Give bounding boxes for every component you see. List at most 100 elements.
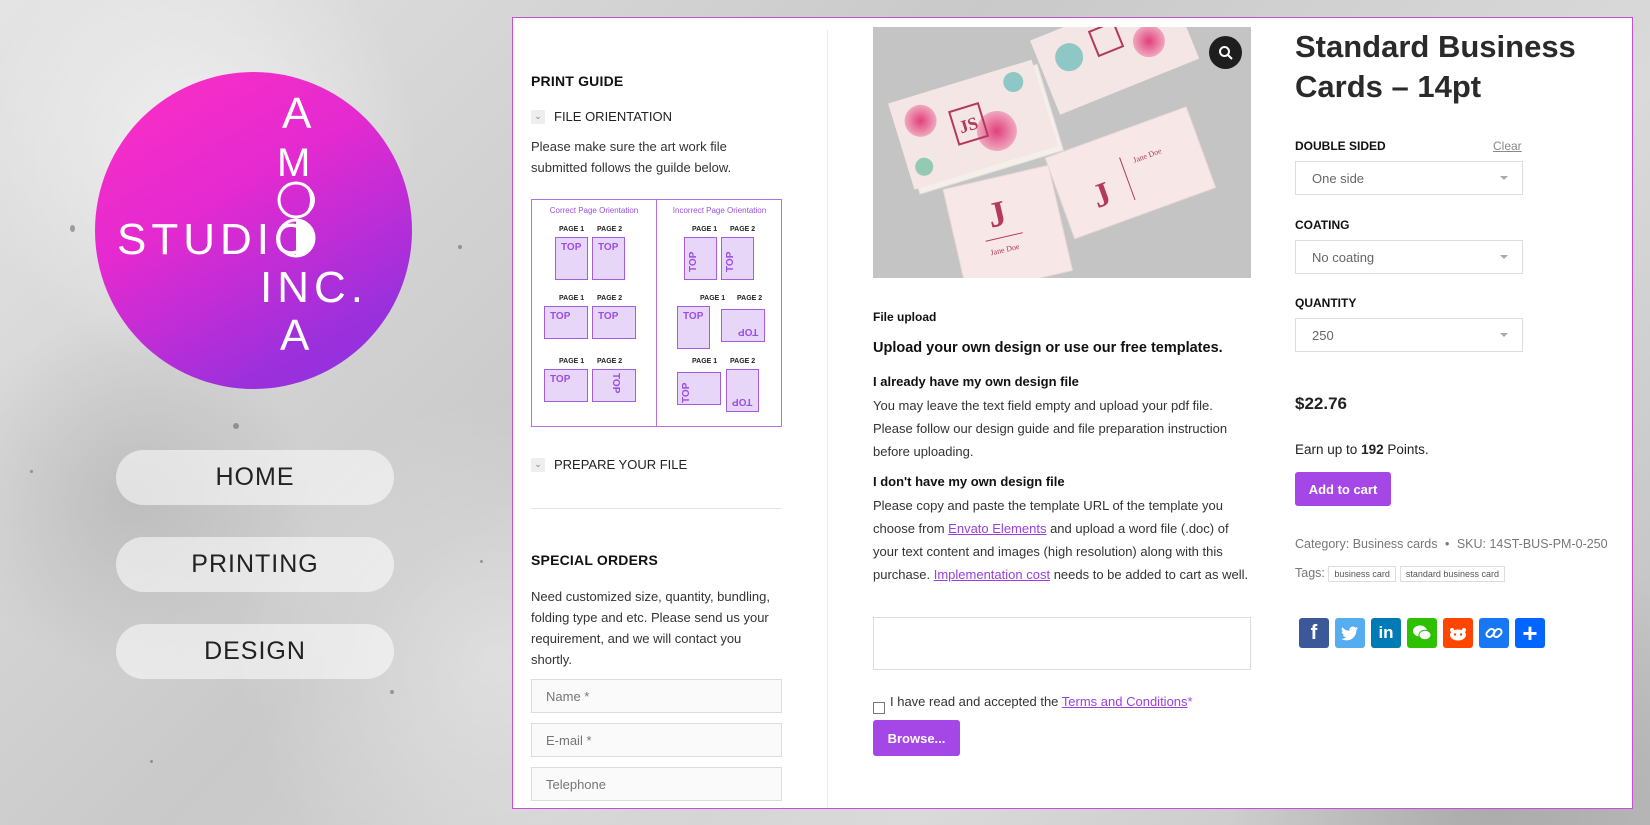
page-thumb: TOP xyxy=(726,369,759,412)
linkedin-icon[interactable]: in xyxy=(1371,618,1401,648)
special-orders-title: SPECIAL ORDERS xyxy=(531,552,659,568)
page2-label: PAGE 2 xyxy=(597,295,623,302)
tag-standard-business-card[interactable]: standard business card xyxy=(1399,566,1505,582)
orientation-text: Please make sure the art work file submi… xyxy=(531,139,732,175)
file-orientation-accordion[interactable]: ⌄ FILE ORIENTATION xyxy=(531,109,672,124)
logo-letter-a-bottom: A xyxy=(280,311,310,360)
quantity-label: QUANTITY xyxy=(1295,296,1357,310)
coating-label: COATING xyxy=(1295,218,1350,232)
incorrect-orientation-title: Incorrect Page Orientation xyxy=(672,206,767,215)
logo-lettering: STUDIO A M INC. A xyxy=(117,89,368,360)
page-thumb: TOP xyxy=(592,369,636,402)
have-file-heading: I already have my own design file xyxy=(873,374,1079,389)
price: $22.76 xyxy=(1295,394,1347,413)
business-cards-photo: JS J Jane Doe J Jane Doe xyxy=(873,27,1251,278)
correct-orientation-title: Correct Page Orientation xyxy=(549,206,639,215)
page-thumb: TOP xyxy=(544,369,588,402)
facebook-icon[interactable]: f xyxy=(1299,618,1329,648)
product-panel: PRINT GUIDE ⌄ FILE ORIENTATION Please ma… xyxy=(512,17,1633,809)
double-sided-label: DOUBLE SIDED xyxy=(1295,139,1386,153)
share-plus-icon[interactable]: + xyxy=(1515,618,1545,648)
twitter-icon[interactable] xyxy=(1335,618,1365,648)
sidebar: PRINT GUIDE ⌄ FILE ORIENTATION Please ma… xyxy=(531,18,783,810)
product-title: Standard Business Cards – 14pt xyxy=(1295,29,1576,104)
browse-button[interactable]: Browse... xyxy=(873,720,960,756)
page-thumb: TOP xyxy=(555,237,588,280)
template-url-textarea[interactable] xyxy=(873,617,1251,670)
studio-amo-logo[interactable]: STUDIO A M INC. A xyxy=(95,72,412,389)
chevron-down-icon: ⌄ xyxy=(531,457,545,472)
nav-home-label: HOME xyxy=(215,463,295,491)
logo-text-studio: STUDIO xyxy=(117,215,313,264)
name-input[interactable] xyxy=(531,679,782,713)
have-file-text: You may leave the text field empty and u… xyxy=(873,398,1228,459)
page2-label: PAGE 2 xyxy=(597,226,623,233)
page-thumb: TOP xyxy=(677,306,710,349)
nav-printing-label: PRINTING xyxy=(191,550,319,578)
page-thumb: TOP xyxy=(677,372,721,405)
copy-link-icon[interactable] xyxy=(1479,618,1509,648)
page-thumb: TOP xyxy=(684,237,717,280)
page1-label: PAGE 1 xyxy=(559,358,585,365)
page1-label: PAGE 1 xyxy=(692,226,718,233)
nav-design-label: DESIGN xyxy=(204,637,306,665)
svg-text:M: M xyxy=(277,141,310,185)
email-input[interactable] xyxy=(531,723,782,757)
reddit-icon[interactable] xyxy=(1443,618,1473,648)
page2-label: PAGE 2 xyxy=(730,358,756,365)
print-guide-title: PRINT GUIDE xyxy=(531,73,624,89)
terms-text: I have read and accepted the Terms and C… xyxy=(890,694,1193,709)
file-orientation-label: FILE ORIENTATION xyxy=(554,109,672,124)
points-text: Earn up to 192 Points. xyxy=(1295,442,1429,457)
logo-circle: STUDIO A M INC. A xyxy=(95,72,412,389)
page-thumb: TOP xyxy=(544,306,588,339)
divider xyxy=(531,508,782,509)
clear-link[interactable]: Clear xyxy=(1493,139,1522,153)
page2-label: PAGE 2 xyxy=(597,358,623,365)
double-sided-select[interactable]: One side xyxy=(1295,161,1523,195)
chevron-down-icon: ⌄ xyxy=(531,109,545,124)
product-image[interactable]: JS J Jane Doe J Jane Doe xyxy=(873,27,1251,278)
page1-label: PAGE 1 xyxy=(700,295,726,302)
envato-elements-link[interactable]: Envato Elements xyxy=(948,521,1046,536)
page-thumb: TOP xyxy=(721,309,765,342)
page2-label: PAGE 2 xyxy=(737,295,763,302)
page-thumb: TOP xyxy=(721,237,754,280)
page2-label: PAGE 2 xyxy=(730,226,756,233)
magnifier-icon xyxy=(1218,45,1233,60)
prepare-file-label: PREPARE YOUR FILE xyxy=(554,457,688,472)
nav-printing-button[interactable]: PRINTING xyxy=(116,537,394,592)
wechat-icon[interactable] xyxy=(1407,618,1437,648)
terms-checkbox[interactable] xyxy=(873,702,885,714)
add-to-cart-button[interactable]: Add to cart xyxy=(1295,472,1391,506)
chevron-down-icon xyxy=(1500,333,1508,337)
column-divider xyxy=(827,30,828,808)
logo-text-inc: INC. xyxy=(260,263,368,312)
quantity-select[interactable]: 250 xyxy=(1295,318,1523,352)
terms-link[interactable]: Terms and Conditions xyxy=(1062,694,1188,709)
nav-design-button[interactable]: DESIGN xyxy=(116,624,394,679)
no-file-text: Please copy and paste the template URL o… xyxy=(873,498,1249,582)
sku-value: 14ST-BUS-PM-0-250 xyxy=(1489,537,1608,551)
coating-select[interactable]: No coating xyxy=(1295,240,1523,274)
product-meta: Category: Business cards • SKU: 14ST-BUS… xyxy=(1295,537,1608,551)
page-thumb: TOP xyxy=(592,237,625,280)
no-file-heading: I don't have my own design file xyxy=(873,474,1065,489)
page1-label: PAGE 1 xyxy=(692,358,718,365)
file-upload-label: File upload xyxy=(873,310,937,324)
orientation-guide: Correct Page Orientation Incorrect Page … xyxy=(531,199,782,427)
nav-home-button[interactable]: HOME xyxy=(116,450,394,505)
page1-label: PAGE 1 xyxy=(559,226,585,233)
center-column: JS J Jane Doe J Jane Doe File upload Upl… xyxy=(873,18,1253,810)
category-link[interactable]: Business cards xyxy=(1353,537,1438,551)
page1-label: PAGE 1 xyxy=(559,295,585,302)
zoom-button[interactable] xyxy=(1209,36,1242,69)
page-thumb: TOP xyxy=(592,306,636,339)
telephone-input[interactable] xyxy=(531,767,782,801)
implementation-cost-link[interactable]: Implementation cost xyxy=(934,567,1050,582)
tag-business-card[interactable]: business card xyxy=(1328,566,1396,582)
product-tags: Tags: business card standard business car… xyxy=(1295,566,1509,582)
prepare-file-accordion[interactable]: ⌄ PREPARE YOUR FILE xyxy=(531,457,687,472)
upload-heading: Upload your own design or use our free t… xyxy=(873,340,1223,356)
product-details: Standard Business Cards – 14pt DOUBLE SI… xyxy=(1295,18,1625,810)
